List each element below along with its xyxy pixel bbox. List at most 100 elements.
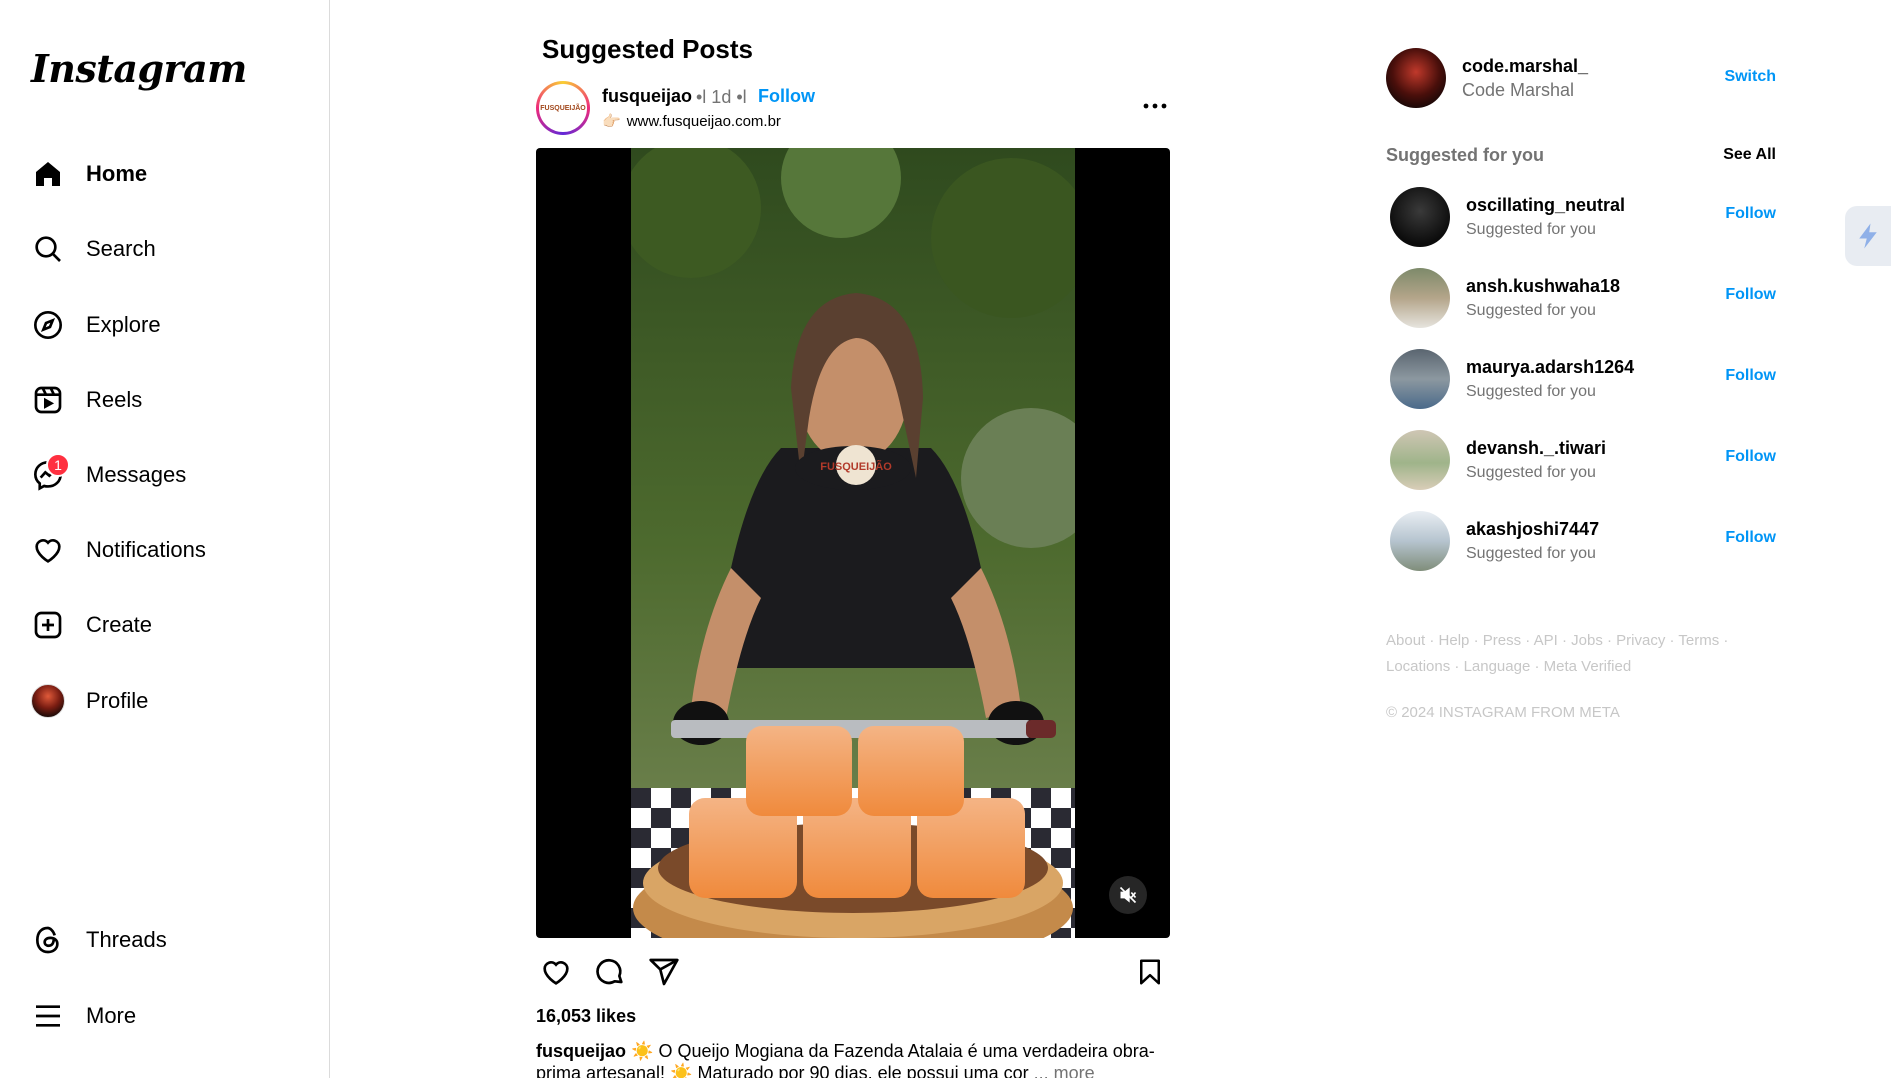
current-username[interactable]: code.marshal_	[1462, 56, 1588, 77]
post-username[interactable]: fusqueijao	[602, 86, 692, 107]
suggestion-username[interactable]: akashjoshi7447	[1466, 519, 1599, 540]
suggestion-item: oscillating_neutral Suggested for you Fo…	[1390, 187, 1776, 249]
caption-username[interactable]: fusqueijao	[536, 1041, 626, 1061]
post-avatar-logo: FUSQUEIJÃO	[539, 84, 587, 132]
caption-more-link[interactable]: ... more	[1034, 1063, 1095, 1078]
mute-toggle-button[interactable]	[1109, 876, 1147, 914]
suggestion-subtitle: Suggested for you	[1466, 302, 1596, 319]
footer-link-privacy[interactable]: Privacy	[1616, 632, 1665, 649]
post-link-row[interactable]: 👉🏻 www.fusqueijao.com.br	[602, 112, 781, 131]
suggestion-username[interactable]: devansh._.tiwari	[1466, 438, 1606, 459]
sidebar-item-label: Home	[86, 161, 148, 186]
avatar[interactable]	[1390, 349, 1450, 409]
footer-link-meta-verified[interactable]: Meta Verified	[1544, 658, 1632, 675]
avatar[interactable]	[1390, 430, 1450, 490]
pointing-hand-icon: 👉🏻	[602, 113, 621, 130]
footer-link-locations[interactable]: Locations	[1386, 658, 1450, 675]
instagram-logo[interactable]: Instagram	[31, 46, 247, 91]
see-all-link[interactable]: See All	[1723, 146, 1776, 164]
post-header: FUSQUEIJÃO fusqueijao •l 1d •l Follow 👉🏻…	[536, 80, 1170, 136]
sidebar-item-threads[interactable]: Threads	[24, 912, 314, 968]
post-video-frame: FUSQUEIJÃO	[631, 148, 1075, 938]
avatar[interactable]	[1390, 268, 1450, 328]
messages-badge: 1	[46, 453, 70, 477]
like-icon[interactable]	[536, 952, 576, 992]
avatar[interactable]	[1390, 187, 1450, 247]
avatar[interactable]	[1390, 511, 1450, 571]
sidebar-item-label: Reels	[86, 387, 143, 412]
post-meta: •l 1d •l	[696, 87, 747, 107]
shirt-logo-text: FUSQUEIJÃO	[820, 460, 892, 473]
suggestion-item: devansh._.tiwari Suggested for you Follo…	[1390, 430, 1776, 492]
plus-square-icon	[24, 601, 72, 649]
suggestion-item: ansh.kushwaha18 Suggested for you Follow	[1390, 268, 1776, 330]
follow-button[interactable]: Follow	[1725, 367, 1776, 385]
footer-link-api[interactable]: API	[1534, 632, 1558, 649]
sidebar-item-label: Search	[86, 236, 156, 261]
sidebar-item-reels[interactable]: Reels	[24, 372, 314, 428]
suggestion-username[interactable]: ansh.kushwaha18	[1466, 276, 1620, 297]
footer-link-jobs[interactable]: Jobs	[1571, 632, 1603, 649]
menu-icon	[24, 992, 72, 1040]
more-options-icon[interactable]	[1140, 94, 1170, 118]
sidebar-item-label: More	[86, 1003, 137, 1028]
switch-account-button[interactable]: Switch	[1724, 68, 1776, 86]
share-icon[interactable]	[644, 952, 684, 992]
suggestion-username[interactable]: oscillating_neutral	[1466, 195, 1625, 216]
suggested-title: Suggested for you	[1386, 145, 1545, 165]
post-link: www.fusqueijao.com.br	[626, 112, 781, 130]
likes-count[interactable]: 16,053 likes	[536, 1006, 636, 1027]
sidebar-item-label: Create	[86, 612, 153, 637]
post-avatar[interactable]: FUSQUEIJÃO	[536, 81, 590, 135]
bookmark-icon[interactable]	[1130, 952, 1170, 992]
footer-links: About · Help · Press · API · Jobs · Priv…	[1386, 632, 1729, 675]
home-icon	[24, 150, 72, 198]
avatar	[24, 677, 72, 725]
follow-button[interactable]: Follow	[1725, 529, 1776, 547]
sidebar-item-label: Messages	[86, 462, 187, 487]
footer-link-language[interactable]: Language	[1464, 658, 1531, 675]
suggestion-subtitle: Suggested for you	[1466, 464, 1596, 481]
post-caption: fusqueijao ☀️ O Queijo Mogiana da Fazend…	[536, 1040, 1170, 1078]
post-video[interactable]: FUSQUEIJÃO	[536, 148, 1170, 938]
extension-widget[interactable]	[1845, 206, 1891, 266]
sidebar-item-label: Threads	[86, 927, 167, 952]
post-follow-button[interactable]: Follow	[758, 86, 815, 107]
sidebar-item-more[interactable]: More	[24, 988, 314, 1044]
suggestion-subtitle: Suggested for you	[1466, 221, 1596, 238]
sidebar-item-notifications[interactable]: Notifications	[24, 522, 314, 578]
sidebar-item-home[interactable]: Home	[24, 146, 314, 202]
feed: Suggested Posts FUSQUEIJÃO fusqueijao •l…	[536, 0, 1170, 1078]
suggestion-item: akashjoshi7447 Suggested for you Follow	[1390, 511, 1776, 573]
heart-icon	[24, 526, 72, 574]
messenger-icon: 1	[24, 451, 72, 499]
post-actions	[536, 952, 1170, 992]
sidebar-item-create[interactable]: Create	[24, 597, 314, 653]
suggestion-item: maurya.adarsh1264 Suggested for you Foll…	[1390, 349, 1776, 411]
footer-link-about[interactable]: About	[1386, 632, 1425, 649]
suggestion-subtitle: Suggested for you	[1466, 545, 1596, 562]
sidebar-item-label: Profile	[86, 688, 149, 713]
follow-button[interactable]: Follow	[1725, 448, 1776, 466]
sidebar-item-messages[interactable]: 1 Messages	[24, 447, 314, 503]
follow-button[interactable]: Follow	[1725, 286, 1776, 304]
threads-icon	[24, 916, 72, 964]
follow-button[interactable]: Follow	[1725, 205, 1776, 223]
sidebar-item-label: Notifications	[86, 537, 206, 562]
sidebar-item-explore[interactable]: Explore	[24, 297, 314, 353]
current-full-name: Code Marshal	[1462, 80, 1575, 100]
comment-icon[interactable]	[590, 952, 630, 992]
sidebar-item-profile[interactable]: Profile	[24, 673, 314, 729]
avatar[interactable]	[1386, 48, 1446, 108]
footer-link-press[interactable]: Press	[1483, 632, 1521, 649]
reels-icon	[24, 376, 72, 424]
sidebar-item-search[interactable]: Search	[24, 221, 314, 277]
compass-icon	[24, 301, 72, 349]
suggestion-subtitle: Suggested for you	[1466, 383, 1596, 400]
sidebar: Instagram Home Search Explore Reels 1 Me…	[0, 0, 330, 1078]
footer-link-terms[interactable]: Terms	[1678, 632, 1719, 649]
sidebar-item-label: Explore	[86, 312, 161, 337]
copyright: © 2024 INSTAGRAM FROM META	[1386, 704, 1620, 721]
suggestion-username[interactable]: maurya.adarsh1264	[1466, 357, 1634, 378]
footer-link-help[interactable]: Help	[1439, 632, 1470, 649]
